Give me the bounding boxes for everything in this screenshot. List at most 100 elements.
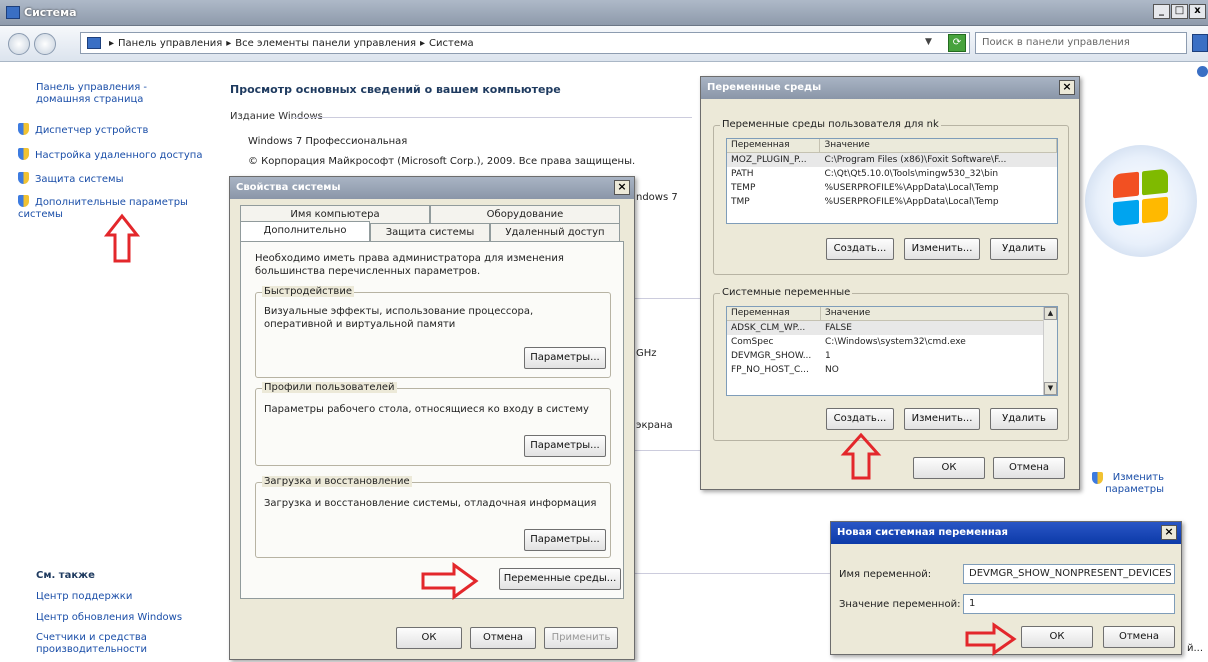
see-also-windows-update[interactable]: Центр обновления Windows bbox=[36, 612, 182, 624]
cancel-button[interactable]: Отмена bbox=[1103, 626, 1175, 648]
system-edit-button[interactable]: Изменить... bbox=[904, 408, 980, 430]
ok-button[interactable]: ОК bbox=[1021, 626, 1093, 648]
search-icon[interactable] bbox=[1192, 34, 1208, 52]
column-header[interactable]: Значение bbox=[820, 139, 1057, 152]
partial-text: й... bbox=[1187, 643, 1204, 654]
section-divider bbox=[292, 117, 692, 118]
breadcrumb-item[interactable]: Система bbox=[429, 38, 474, 49]
list-item[interactable]: DEVMGR_SHOW... 1 bbox=[727, 349, 1057, 363]
back-button[interactable] bbox=[8, 33, 30, 55]
tab-hardware[interactable]: Оборудование bbox=[430, 205, 620, 223]
group-label: Системные переменные bbox=[720, 287, 853, 298]
list-item[interactable]: FP_NO_HOST_C... NO bbox=[727, 363, 1057, 377]
sidebar-item-label: Дополнительные параметры системы bbox=[18, 197, 188, 220]
chevron-down-icon[interactable]: ▼ bbox=[925, 37, 932, 47]
breadcrumb-item[interactable]: Все элементы панели управления bbox=[235, 38, 416, 49]
variable-value-field[interactable]: 1 bbox=[963, 594, 1175, 614]
page-title: Просмотр основных сведений о вашем компь… bbox=[230, 83, 561, 96]
dialog-title: Свойства системы bbox=[236, 182, 341, 193]
sidebar-item-remote-settings[interactable]: Настройка удаленного доступа bbox=[18, 148, 202, 162]
control-panel-home-link[interactable]: Панель управления - домашняя страница bbox=[36, 82, 201, 106]
minimize-button[interactable]: _ bbox=[1153, 4, 1170, 19]
red-arrow-up-annotation bbox=[840, 432, 882, 480]
partial-text: экрана bbox=[636, 420, 673, 431]
close-button[interactable]: × bbox=[614, 180, 630, 195]
windows-logo bbox=[1085, 145, 1197, 257]
user-variables-list[interactable]: Переменная Значение MOZ_PLUGIN_P... C:\Pr… bbox=[726, 138, 1058, 224]
scroll-up-icon[interactable]: ▲ bbox=[1044, 307, 1057, 320]
control-panel-icon bbox=[87, 37, 101, 49]
sidebar-item-device-manager[interactable]: Диспетчер устройств bbox=[18, 123, 148, 137]
scroll-down-icon[interactable]: ▼ bbox=[1044, 382, 1057, 395]
see-also-action-center[interactable]: Центр поддержки bbox=[36, 591, 132, 603]
user-create-button[interactable]: Создать... bbox=[826, 238, 894, 260]
system-create-button[interactable]: Создать... bbox=[826, 408, 894, 430]
user-edit-button[interactable]: Изменить... bbox=[904, 238, 980, 260]
group-label: Быстродействие bbox=[262, 286, 354, 297]
tab-panel-advanced: Необходимо иметь права администратора дл… bbox=[240, 241, 624, 599]
shield-icon bbox=[18, 172, 29, 184]
startup-recovery-group: Загрузка и восстановление Загрузка и вос… bbox=[255, 476, 611, 558]
partial-text: GHz bbox=[636, 348, 657, 359]
admin-note: Необходимо иметь права администратора дл… bbox=[255, 253, 564, 277]
address-bar: ▸ Панель управления ▸ Все элементы панел… bbox=[0, 26, 1208, 62]
breadcrumb-item[interactable]: Панель управления bbox=[118, 38, 222, 49]
maximize-button[interactable]: □ bbox=[1171, 4, 1188, 19]
vertical-scrollbar[interactable]: ▲ ▼ bbox=[1043, 307, 1057, 395]
dialog-title: Новая системная переменная bbox=[837, 527, 1008, 538]
tab-remote[interactable]: Удаленный доступ bbox=[490, 223, 620, 241]
group-label: Профили пользователей bbox=[262, 382, 397, 393]
forward-button[interactable] bbox=[34, 33, 56, 55]
sidebar-item-system-protection[interactable]: Защита системы bbox=[18, 172, 124, 186]
dialog-title: Переменные среды bbox=[707, 82, 822, 93]
help-icon[interactable] bbox=[1197, 66, 1208, 77]
cancel-button[interactable]: Отмена bbox=[993, 457, 1065, 479]
list-item[interactable]: TMP %USERPROFILE%\AppData\Local\Temp bbox=[727, 195, 1057, 209]
cancel-button[interactable]: Отмена bbox=[470, 627, 536, 649]
list-header: Переменная Значение bbox=[727, 307, 1057, 321]
system-variables-group: Системные переменные Переменная Значение… bbox=[713, 287, 1069, 441]
list-item[interactable]: TEMP %USERPROFILE%\AppData\Local\Temp bbox=[727, 181, 1057, 195]
close-button[interactable]: × bbox=[1161, 525, 1177, 540]
user-delete-button[interactable]: Удалить bbox=[990, 238, 1058, 260]
refresh-button[interactable]: ⟳ bbox=[948, 34, 966, 52]
logo-flag-red bbox=[1113, 171, 1139, 199]
ok-button[interactable]: ОК bbox=[913, 457, 985, 479]
environment-variables-dialog: Переменные среды × Переменные среды поль… bbox=[700, 76, 1080, 490]
search-input[interactable]: Поиск в панели управления bbox=[975, 32, 1187, 54]
list-item[interactable]: PATH C:\Qt\Qt5.10.0\Tools\mingw530_32\bin bbox=[727, 167, 1057, 181]
section-divider bbox=[634, 573, 834, 574]
shield-icon bbox=[18, 123, 29, 135]
list-item[interactable]: ComSpec C:\Windows\system32\cmd.exe bbox=[727, 335, 1057, 349]
close-button[interactable]: × bbox=[1059, 80, 1075, 95]
system-delete-button[interactable]: Удалить bbox=[990, 408, 1058, 430]
caption-buttons: _ □ x bbox=[1153, 4, 1206, 19]
breadcrumb-separator: ▸ bbox=[109, 37, 115, 49]
change-settings-link[interactable]: Изменить параметры bbox=[1104, 472, 1164, 496]
ok-button[interactable]: ОК bbox=[396, 627, 462, 649]
section-divider bbox=[634, 450, 704, 451]
performance-settings-button[interactable]: Параметры... bbox=[524, 347, 606, 369]
variable-name-field[interactable]: DEVMGR_SHOW_NONPRESENT_DEVICES bbox=[963, 564, 1175, 584]
startup-settings-button[interactable]: Параметры... bbox=[524, 529, 606, 551]
system-window-icon bbox=[6, 6, 20, 19]
profiles-settings-button[interactable]: Параметры... bbox=[524, 435, 606, 457]
close-button[interactable]: x bbox=[1189, 4, 1206, 19]
system-variables-list[interactable]: Переменная Значение ADSK_CLM_WP... FALSE … bbox=[726, 306, 1058, 396]
column-header[interactable]: Переменная bbox=[727, 307, 821, 320]
breadcrumb[interactable]: ▸ Панель управления ▸ Все элементы панел… bbox=[80, 32, 970, 54]
environment-variables-button[interactable]: Переменные среды... bbox=[499, 568, 621, 590]
list-item[interactable]: MOZ_PLUGIN_P... C:\Program Files (x86)\Fo… bbox=[727, 153, 1057, 167]
section-divider bbox=[634, 298, 704, 299]
variable-name-label: Имя переменной: bbox=[839, 569, 932, 580]
shield-icon bbox=[18, 148, 29, 160]
column-header[interactable]: Значение bbox=[821, 307, 1045, 320]
list-item[interactable]: ADSK_CLM_WP... FALSE bbox=[727, 321, 1057, 335]
copyright-text: © Корпорация Майкрософт (Microsoft Corp.… bbox=[248, 156, 636, 167]
tab-system-protection[interactable]: Защита системы bbox=[370, 223, 490, 241]
group-label: Переменные среды пользователя для nk bbox=[720, 119, 941, 130]
tab-advanced[interactable]: Дополнительно bbox=[240, 221, 370, 241]
see-also-performance[interactable]: Счетчики и средства производительности bbox=[36, 632, 186, 656]
column-header[interactable]: Переменная bbox=[727, 139, 821, 152]
group-description: Загрузка и восстановление системы, отлад… bbox=[264, 498, 597, 509]
